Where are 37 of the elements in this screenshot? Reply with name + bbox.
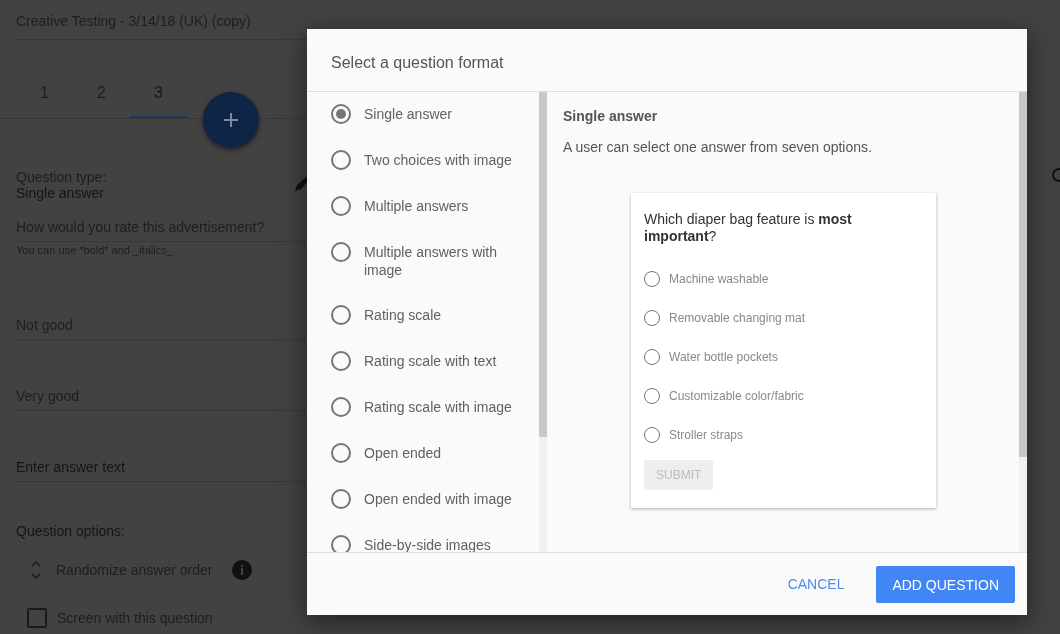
option-label: Machine washable <box>669 271 769 286</box>
scrollbar[interactable] <box>1019 92 1027 552</box>
radio-button[interactable] <box>331 489 351 509</box>
preview-heading: Single answer <box>563 108 659 124</box>
option-label: Customizable color/fabric <box>669 388 804 403</box>
format-option[interactable]: Side-by-side images <box>307 535 539 552</box>
format-option[interactable]: Rating scale with image <box>307 397 539 417</box>
format-option[interactable]: Single answer <box>307 104 539 124</box>
radio-button[interactable] <box>331 351 351 371</box>
cancel-button[interactable]: CANCEL <box>773 566 859 602</box>
radio-button[interactable] <box>331 305 351 325</box>
option-label: Stroller straps <box>669 427 744 442</box>
dialog-title: Select a question format <box>307 29 1027 92</box>
format-option[interactable]: Multiple answers <box>307 196 539 216</box>
format-option[interactable]: Rating scale with text <box>307 351 539 371</box>
format-option[interactable]: Open ended <box>307 443 539 463</box>
sort-icon <box>30 559 42 581</box>
format-option[interactable]: Multiple answers with image <box>307 242 539 279</box>
radio-button[interactable] <box>331 535 351 552</box>
format-option[interactable]: Rating scale <box>307 305 539 325</box>
radio-button[interactable] <box>331 104 351 124</box>
plus-icon <box>222 111 240 129</box>
radio-button[interactable] <box>331 196 351 216</box>
format-option[interactable]: Two choices with image <box>307 150 539 170</box>
checkbox[interactable] <box>27 608 47 628</box>
radio-button[interactable] <box>331 397 351 417</box>
format-option[interactable]: Open ended with image <box>307 489 539 509</box>
preview-question: Which diaper bag feature is most important? <box>644 211 853 245</box>
add-question-button[interactable]: ADD QUESTION <box>876 565 1015 603</box>
preview-description: A user can select one answer from seven options. <box>563 139 873 155</box>
radio-button[interactable] <box>331 242 351 262</box>
option-label: Water bottle pockets <box>669 349 778 364</box>
option-label: Removable changing mat <box>669 310 806 325</box>
scrollbar[interactable] <box>539 92 547 552</box>
pencil-icon[interactable] <box>294 176 310 192</box>
radio-button[interactable] <box>331 150 351 170</box>
radio-button[interactable] <box>331 443 351 463</box>
